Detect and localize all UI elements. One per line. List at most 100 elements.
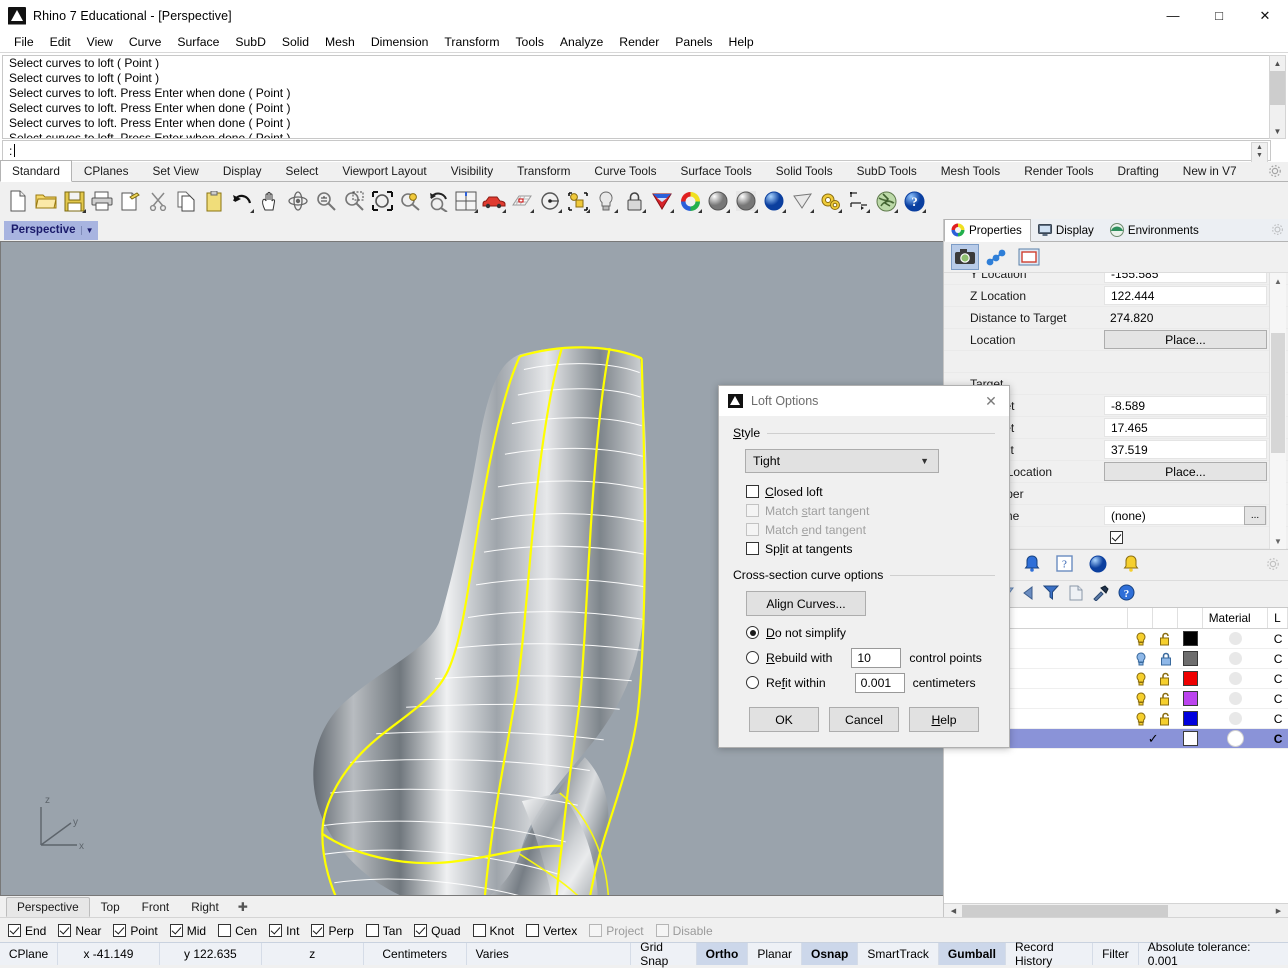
toolbar-tab-new-in-v7[interactable]: New in V7 xyxy=(1171,160,1249,181)
new-file-icon[interactable] xyxy=(4,186,32,216)
dimension-icon[interactable] xyxy=(844,186,872,216)
osnap-tan[interactable]: Tan xyxy=(365,924,402,938)
checkbox-closed-loft[interactable]: Closed loft xyxy=(746,482,995,501)
toolbar-tab-set-view[interactable]: Set View xyxy=(140,160,210,181)
material-swatch[interactable] xyxy=(1226,730,1244,747)
scrollbar-thumb[interactable] xyxy=(962,905,1168,917)
command-input-line[interactable]: : ▲ ▼ xyxy=(2,140,1271,163)
layer-visibility-icon[interactable]: ✓ xyxy=(1128,731,1178,747)
dropdown-corner[interactable] xyxy=(838,209,842,213)
osnap-knot[interactable]: Knot xyxy=(472,924,514,938)
checkbox[interactable] xyxy=(218,924,232,937)
checkbox[interactable] xyxy=(113,924,127,937)
dropdown-corner[interactable] xyxy=(894,209,898,213)
property-value[interactable]: -8.589 xyxy=(1104,396,1267,415)
material-swatch[interactable] xyxy=(1228,652,1242,665)
radio-button[interactable] xyxy=(746,651,759,664)
menu-item-edit[interactable]: Edit xyxy=(42,33,79,51)
toolbar-tab-select[interactable]: Select xyxy=(274,160,331,181)
help-icon[interactable]: ? xyxy=(900,186,928,216)
toolbar-tab-mesh-tools[interactable]: Mesh Tools xyxy=(929,160,1012,181)
toolbar-options-gear-icon[interactable] xyxy=(1268,164,1282,178)
zoom-window-icon[interactable] xyxy=(340,186,368,216)
property-value[interactable]: 122.444 xyxy=(1104,286,1267,305)
dropdown-corner[interactable] xyxy=(530,209,534,213)
zoom-in-out-icon[interactable] xyxy=(312,186,340,216)
layer-lock-icon[interactable] xyxy=(1153,632,1178,646)
dropdown-corner[interactable] xyxy=(558,209,562,213)
maximize-button[interactable]: □ xyxy=(1196,0,1242,31)
menu-item-render[interactable]: Render xyxy=(611,33,667,51)
radio-do-not-simplify[interactable]: Do not simplify xyxy=(746,620,995,645)
loft-options-dialog[interactable]: Loft Options ✕ Style Tight ▼ Closed loft… xyxy=(718,385,1010,748)
osnap-vertex[interactable]: Vertex xyxy=(526,924,577,938)
close-button[interactable]: ✕ xyxy=(1242,0,1288,31)
dropdown-corner[interactable] xyxy=(586,209,590,213)
menu-item-view[interactable]: View xyxy=(79,33,121,51)
osnap-cen[interactable]: Cen xyxy=(218,924,257,938)
menu-item-surface[interactable]: Surface xyxy=(169,33,227,51)
status-units[interactable]: Centimeters xyxy=(364,943,467,965)
toolbar-tab-solid-tools[interactable]: Solid Tools xyxy=(764,160,845,181)
layer-visibility-icon[interactable] xyxy=(1128,711,1153,726)
property-checkbox[interactable] xyxy=(1104,528,1267,547)
object-chain-icon[interactable] xyxy=(984,245,1010,269)
four-view-layout-icon[interactable] xyxy=(452,186,480,216)
status-toggle-osnap[interactable]: Osnap xyxy=(802,943,859,965)
viewport-tab-perspective[interactable]: Perspective xyxy=(6,897,90,917)
scroll-up-icon[interactable]: ▲ xyxy=(1270,56,1285,70)
dropdown-corner[interactable] xyxy=(782,209,786,213)
undo-icon[interactable] xyxy=(228,186,256,216)
minimize-button[interactable]: — xyxy=(1150,0,1196,31)
page-icon[interactable] xyxy=(1069,585,1083,604)
add-viewport-icon[interactable]: ✚ xyxy=(230,900,256,914)
layer-visibility-icon[interactable] xyxy=(1128,671,1153,686)
ok-button[interactable]: OK xyxy=(749,707,819,732)
radio-button[interactable] xyxy=(746,626,759,639)
toolbar-tab-drafting[interactable]: Drafting xyxy=(1105,160,1170,181)
toolbar-tab-viewport-layout[interactable]: Viewport Layout xyxy=(330,160,438,181)
dropdown-corner[interactable] xyxy=(726,209,730,213)
dropdown-corner[interactable] xyxy=(250,209,254,213)
status-current-layer[interactable]: Varies xyxy=(467,943,632,965)
panel-options-gear-icon[interactable] xyxy=(1271,223,1284,236)
spin-down-icon[interactable]: ▼ xyxy=(1252,151,1267,159)
status-toggle-gumball[interactable]: Gumball xyxy=(938,943,1006,965)
hammer-tools-icon[interactable] xyxy=(1092,584,1109,604)
toolbar-tab-cplanes[interactable]: CPlanes xyxy=(72,160,141,181)
dropdown-corner[interactable] xyxy=(922,209,926,213)
osnap-quad[interactable]: Quad xyxy=(414,924,461,938)
checkbox[interactable] xyxy=(365,924,379,937)
layer-material-dot[interactable] xyxy=(1203,730,1268,747)
viewport-tab-front[interactable]: Front xyxy=(131,897,181,917)
toolbar-tab-standard[interactable]: Standard xyxy=(0,160,72,182)
input-refit-within[interactable]: 0.001 xyxy=(854,672,905,693)
status-toggle-planar[interactable]: Planar xyxy=(748,943,803,965)
place-button[interactable]: Place... xyxy=(1104,462,1267,481)
layer-lock-icon[interactable] xyxy=(1153,672,1178,686)
browse-button[interactable]: ... xyxy=(1244,506,1266,525)
yellow-bell-icon[interactable] xyxy=(1123,555,1139,575)
options-gear-icon[interactable] xyxy=(816,186,844,216)
scroll-right-icon[interactable]: ▶ xyxy=(1271,904,1286,918)
dropdown-corner[interactable] xyxy=(754,209,758,213)
menu-item-panels[interactable]: Panels xyxy=(667,33,720,51)
color-swatch[interactable] xyxy=(1182,651,1198,666)
status-toggle-filter[interactable]: Filter xyxy=(1093,943,1139,965)
color-swatch[interactable] xyxy=(1182,711,1198,726)
radio-button[interactable] xyxy=(746,676,759,689)
layer-color-swatch[interactable] xyxy=(1178,691,1203,706)
material-swatch[interactable] xyxy=(1228,692,1242,705)
dropdown-corner[interactable] xyxy=(614,209,618,213)
toolbar-tab-surface-tools[interactable]: Surface Tools xyxy=(669,160,764,181)
lock-object-icon[interactable] xyxy=(620,186,648,216)
layer-gear-icon[interactable] xyxy=(1266,557,1280,574)
property-value[interactable]: 274.820 xyxy=(1104,308,1267,327)
dropdown-corner[interactable] xyxy=(642,209,646,213)
checkbox[interactable] xyxy=(746,485,759,498)
panel-tab-environments[interactable]: Environments xyxy=(1103,219,1208,241)
color-wheel-icon[interactable] xyxy=(676,186,704,216)
layer-visibility-icon[interactable] xyxy=(1128,651,1153,666)
dropdown-corner[interactable] xyxy=(810,209,814,213)
material-swatch[interactable] xyxy=(1228,672,1242,685)
